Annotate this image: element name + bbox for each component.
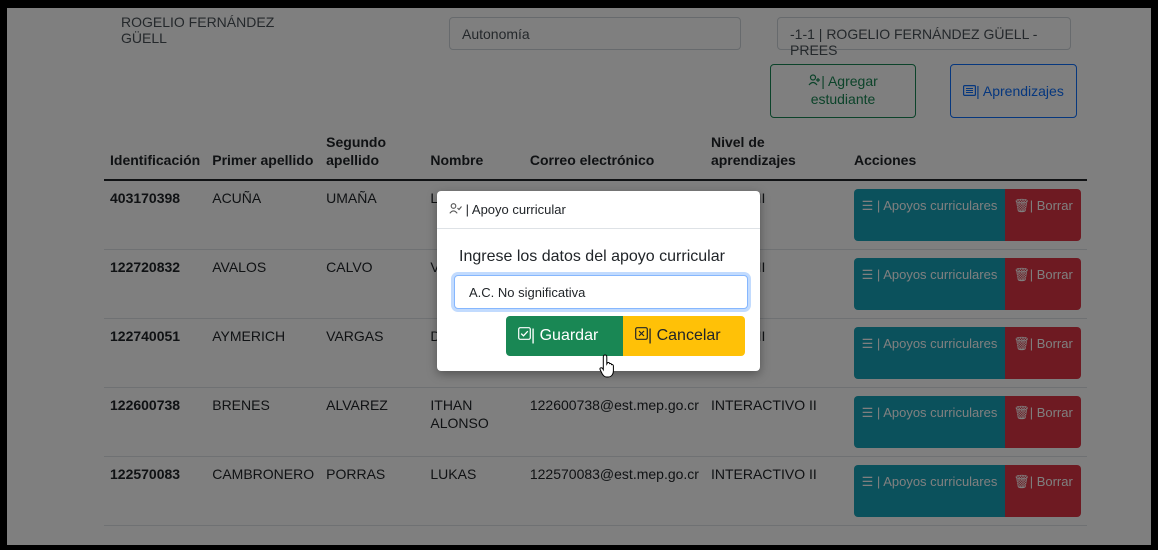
modal-prompt: Ingrese los datos del apoyo curricular: [459, 248, 725, 265]
cancel-label: | Cancelar: [648, 327, 721, 344]
cancel-button[interactable]: | Cancelar: [623, 316, 745, 356]
screen-frame-top: [0, 0, 1158, 8]
x-square-icon: [635, 326, 648, 346]
screen-frame-left: [0, 0, 7, 550]
save-button[interactable]: | Guardar: [506, 316, 623, 356]
screen-frame-bottom: [0, 545, 1158, 550]
modal-header: | Apoyo curricular: [437, 191, 760, 229]
screen-frame-right: [1151, 0, 1158, 550]
modal-title: | Apoyo curricular: [465, 202, 566, 217]
check-square-icon: [518, 326, 531, 346]
curricular-support-modal: | Apoyo curricular Ingrese los datos del…: [437, 191, 760, 371]
curricular-support-input[interactable]: [454, 275, 748, 309]
person-check-icon: [449, 202, 462, 217]
modal-button-group: | Guardar | Cancelar: [506, 316, 745, 356]
students-page: ROGELIO FERNÁNDEZ GÜELL Autonomía -1-1 |…: [7, 8, 1151, 545]
hand-cursor-icon: [599, 354, 614, 378]
save-label: | Guardar: [531, 327, 599, 344]
